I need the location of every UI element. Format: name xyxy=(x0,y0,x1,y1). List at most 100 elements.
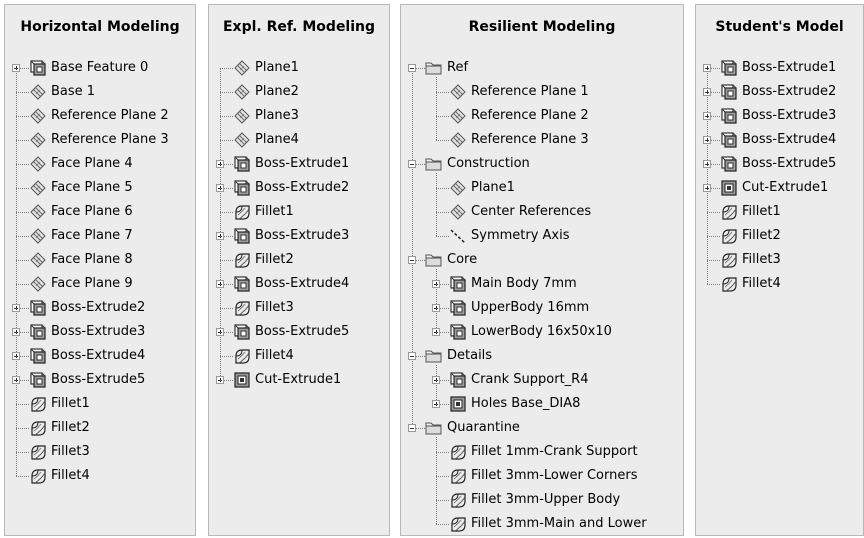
tree-item[interactable]: Boss-Extrude2 xyxy=(209,176,389,200)
expand-icon[interactable] xyxy=(703,112,711,120)
expand-icon[interactable] xyxy=(432,376,440,384)
expand-icon[interactable] xyxy=(703,136,711,144)
collapse-icon[interactable] xyxy=(408,64,416,72)
tree-item[interactable]: Reference Plane 1 xyxy=(401,80,683,104)
tree-item[interactable]: Fillet 3mm-Upper Body xyxy=(401,488,683,512)
tree-item[interactable]: Boss-Extrude1 xyxy=(209,152,389,176)
tree-item[interactable]: Plane4 xyxy=(209,128,389,152)
tree-item[interactable]: Fillet3 xyxy=(209,296,389,320)
tree-item[interactable]: Fillet4 xyxy=(5,464,195,488)
collapse-icon[interactable] xyxy=(408,424,416,432)
tree-item[interactable]: Plane2 xyxy=(209,80,389,104)
tree-item[interactable]: Quarantine xyxy=(401,416,683,440)
expand-icon[interactable] xyxy=(703,160,711,168)
tree-item[interactable]: Base Feature 0 xyxy=(5,56,195,80)
tree-item[interactable]: Plane1 xyxy=(401,176,683,200)
tree-item[interactable]: Boss-Extrude1 xyxy=(696,56,863,80)
tree-item-label: Reference Plane 1 xyxy=(471,84,589,99)
tree-item[interactable]: Fillet3 xyxy=(5,440,195,464)
tree-item[interactable]: Boss-Extrude5 xyxy=(5,368,195,392)
collapse-icon[interactable] xyxy=(408,160,416,168)
tree-item-label: Reference Plane 2 xyxy=(51,108,169,123)
tree-item[interactable]: Symmetry Axis xyxy=(401,224,683,248)
tree-item[interactable]: Cut-Extrude1 xyxy=(696,176,863,200)
tree-item[interactable]: Face Plane 4 xyxy=(5,152,195,176)
expand-icon[interactable] xyxy=(216,232,224,240)
tree-item[interactable]: Base 1 xyxy=(5,80,195,104)
tree-item[interactable]: Fillet2 xyxy=(5,416,195,440)
tree-item[interactable]: LowerBody 16x50x10 xyxy=(401,320,683,344)
tree-item[interactable]: Plane3 xyxy=(209,104,389,128)
tree-item[interactable]: Reference Plane 2 xyxy=(5,104,195,128)
tree-item[interactable]: Fillet 3mm-Main and Lower xyxy=(401,512,683,536)
expand-icon[interactable] xyxy=(216,376,224,384)
tree-item[interactable]: UpperBody 16mm xyxy=(401,296,683,320)
tree-item[interactable]: Fillet1 xyxy=(209,200,389,224)
expand-icon[interactable] xyxy=(216,280,224,288)
collapse-icon[interactable] xyxy=(408,352,416,360)
tree-item[interactable]: Details xyxy=(401,344,683,368)
expand-icon[interactable] xyxy=(432,400,440,408)
resilient-modeling-panel: Resilient Modeling Ref Reference Plane 1R… xyxy=(400,4,684,536)
expand-icon[interactable] xyxy=(432,280,440,288)
tree-item[interactable]: Boss-Extrude3 xyxy=(209,224,389,248)
plane-icon xyxy=(29,203,47,221)
tree-item[interactable]: Face Plane 8 xyxy=(5,248,195,272)
tree-item[interactable]: Reference Plane 3 xyxy=(401,128,683,152)
tree-item[interactable]: Crank Support_R4 xyxy=(401,368,683,392)
tree-item[interactable]: Boss-Extrude4 xyxy=(5,344,195,368)
tree-item[interactable]: Boss-Extrude5 xyxy=(209,320,389,344)
tree-item[interactable]: Fillet 3mm-Lower Corners xyxy=(401,464,683,488)
tree-item[interactable]: Face Plane 7 xyxy=(5,224,195,248)
tree-item[interactable]: Fillet4 xyxy=(209,344,389,368)
tree-item[interactable]: Face Plane 5 xyxy=(5,176,195,200)
fillet-icon xyxy=(233,347,251,365)
folder-icon xyxy=(425,419,443,437)
tree-item[interactable]: Boss-Extrude4 xyxy=(209,272,389,296)
tree-item[interactable]: Boss-Extrude4 xyxy=(696,128,863,152)
tree-item[interactable]: Fillet1 xyxy=(696,200,863,224)
tree-item[interactable]: Face Plane 9 xyxy=(5,272,195,296)
tree-item[interactable]: Face Plane 6 xyxy=(5,200,195,224)
tree-item[interactable]: Fillet1 xyxy=(5,392,195,416)
tree-item[interactable]: Fillet2 xyxy=(209,248,389,272)
cut-extrude-icon xyxy=(233,371,251,389)
tree-item[interactable]: Plane1 xyxy=(209,56,389,80)
collapse-icon[interactable] xyxy=(408,256,416,264)
tree-item[interactable]: Fillet4 xyxy=(696,272,863,296)
tree-item[interactable]: Boss-Extrude3 xyxy=(696,104,863,128)
expand-icon[interactable] xyxy=(432,304,440,312)
tree-item[interactable]: Fillet3 xyxy=(696,248,863,272)
boss-extrude-icon xyxy=(720,83,738,101)
expand-icon[interactable] xyxy=(12,376,20,384)
tree-item[interactable]: Boss-Extrude2 xyxy=(696,80,863,104)
tree-item[interactable]: Cut-Extrude1 xyxy=(209,368,389,392)
tree-item[interactable]: Main Body 7mm xyxy=(401,272,683,296)
tree-item[interactable]: Holes Base_DIA8 xyxy=(401,392,683,416)
expand-icon[interactable] xyxy=(12,328,20,336)
tree-item-label: Fillet 1mm-Crank Support xyxy=(471,444,638,459)
expand-icon[interactable] xyxy=(703,184,711,192)
tree-item[interactable]: Reference Plane 2 xyxy=(401,104,683,128)
tree-item[interactable]: Reference Plane 3 xyxy=(5,128,195,152)
tree-item[interactable]: Center References xyxy=(401,200,683,224)
tree-item[interactable]: Construction xyxy=(401,152,683,176)
expand-icon[interactable] xyxy=(12,304,20,312)
expand-icon[interactable] xyxy=(703,88,711,96)
expand-icon[interactable] xyxy=(703,64,711,72)
expand-icon[interactable] xyxy=(12,64,20,72)
expand-icon[interactable] xyxy=(216,328,224,336)
expand-icon[interactable] xyxy=(216,184,224,192)
tree-item[interactable]: Ref xyxy=(401,56,683,80)
expand-icon[interactable] xyxy=(432,328,440,336)
tree-item[interactable]: Core xyxy=(401,248,683,272)
tree-item[interactable]: Fillet 1mm-Crank Support xyxy=(401,440,683,464)
expand-icon[interactable] xyxy=(216,160,224,168)
tree-item[interactable]: Boss-Extrude5 xyxy=(696,152,863,176)
feature-tree: Plane1 Plane2 Plane3 Plane4 Boss-Extrude1 Bos… xyxy=(209,5,389,535)
tree-item[interactable]: Boss-Extrude2 xyxy=(5,296,195,320)
tree-item[interactable]: Fillet2 xyxy=(696,224,863,248)
plane-icon xyxy=(233,59,251,77)
tree-item[interactable]: Boss-Extrude3 xyxy=(5,320,195,344)
expand-icon[interactable] xyxy=(12,352,20,360)
